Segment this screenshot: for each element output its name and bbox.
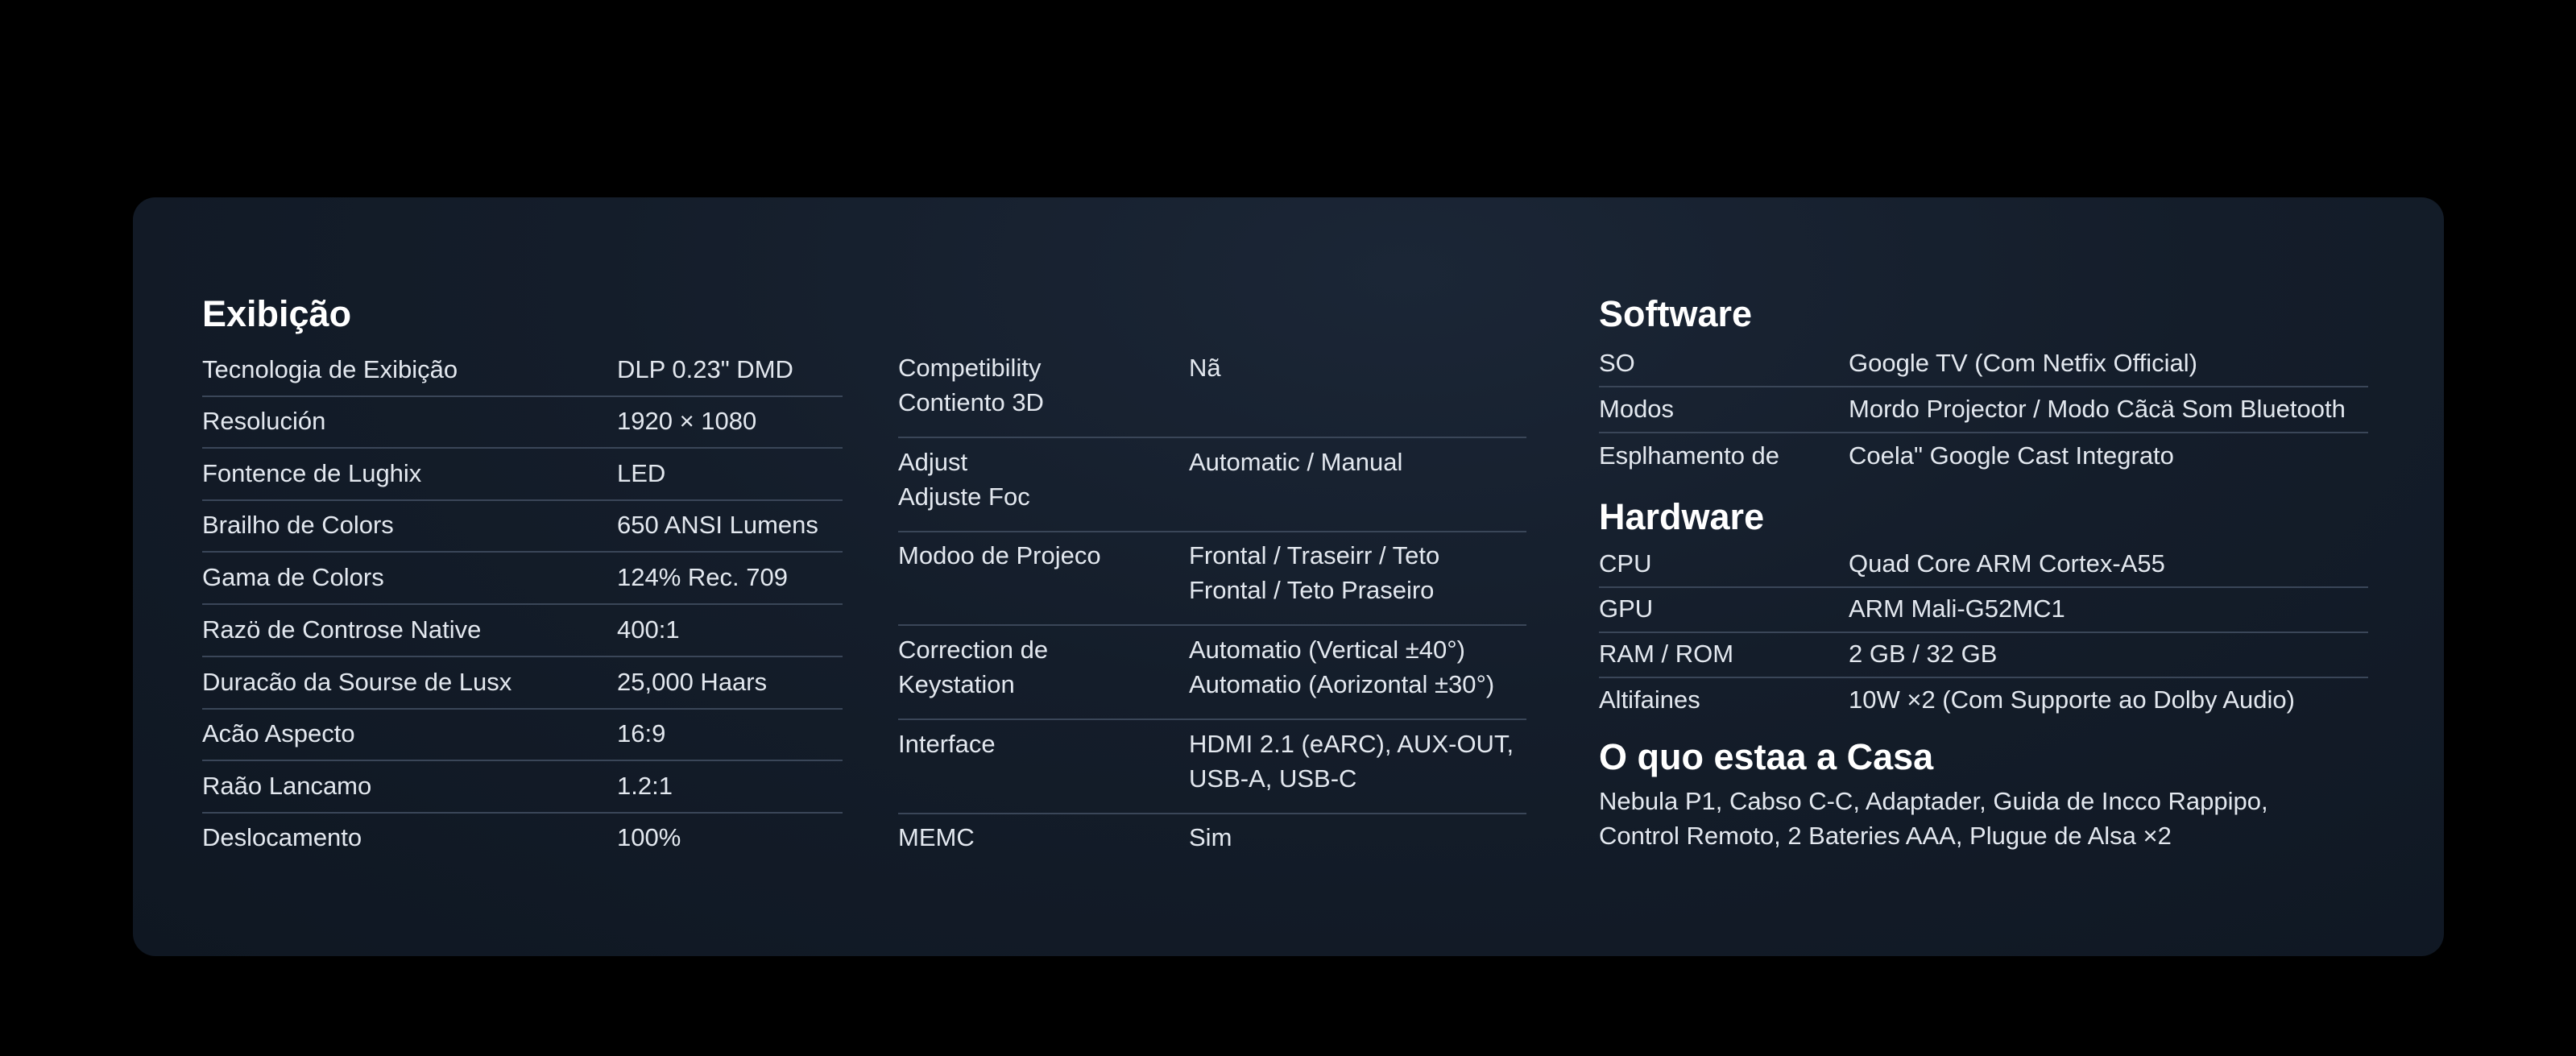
- spec-value: 16:9: [617, 719, 666, 747]
- spec-row: CPU Quad Core ARM Cortex-A55: [1599, 541, 2368, 588]
- spec-label: Gama de Colors: [202, 563, 384, 591]
- spec-label: Tecnologia de Exibição: [202, 355, 458, 383]
- spec-row: Adjust Adjuste Foc Automatic / Manual: [898, 438, 1526, 532]
- spec-value: Coela" Google Cast Integrato: [1849, 441, 2174, 470]
- spec-value: Google TV (Com Netfix Official): [1849, 349, 2197, 377]
- spec-label: Brailho de Colors: [202, 511, 394, 539]
- spec-value: 650 ANSI Lumens: [617, 511, 818, 539]
- spec-value: 1.2:1: [617, 772, 673, 800]
- spec-label: RAM / ROM: [1599, 640, 1734, 668]
- spec-row: Correction de Keystation Automatio (Vert…: [898, 626, 1526, 720]
- spec-row: MEMC Sim: [898, 814, 1526, 906]
- spec-row: Competibility Contiento 3D Nã: [898, 344, 1526, 438]
- spec-value: 25,000 Haars: [617, 668, 768, 696]
- spec-row: SO Google TV (Com Netfix Official): [1599, 341, 2368, 387]
- spec-row: Raão Lancamo 1.2:1: [202, 761, 843, 814]
- spec-row: Modoo de Projeco Frontal / Traseirr / Te…: [898, 532, 1526, 626]
- spec-label: Esplhamento de: [1599, 441, 1780, 470]
- spec-value: Automatic / Manual: [1189, 448, 1403, 476]
- spec-value: 2 GB / 32 GB: [1849, 640, 1998, 668]
- spec-label: Razö de Controse Native: [202, 615, 482, 644]
- in-the-box-section-title: O quo estaa a Casa: [1599, 736, 1934, 777]
- spec-value: 1920 × 1080: [617, 407, 757, 435]
- spec-row: Duracão da Sourse de Lusx 25,000 Haars: [202, 657, 843, 710]
- spec-label: Resolución: [202, 407, 326, 435]
- spec-label: Altifaines: [1599, 685, 1700, 714]
- spec-label: Competibility Contiento 3D: [898, 354, 1044, 416]
- software-section-title: Software: [1599, 293, 1753, 334]
- in-the-box-contents: Nebula P1, Cabso C-C, Adaptader, Guida d…: [1599, 787, 2268, 850]
- spec-value: 124% Rec. 709: [617, 563, 788, 591]
- spec-value: DLP 0.23" DMD: [617, 355, 793, 383]
- spec-value: Quad Core ARM Cortex-A55: [1849, 549, 2165, 578]
- spec-value: ARM Mali-G52MC1: [1849, 594, 2065, 623]
- spec-label: CPU: [1599, 549, 1652, 578]
- display-section-title: Exibição: [202, 293, 352, 334]
- spec-row: Esplhamento de Coela" Google Cast Integr…: [1599, 433, 2368, 478]
- spec-label: Modos: [1599, 395, 1675, 423]
- spec-value: Frontal / Traseirr / Teto Frontal / Teto…: [1189, 541, 1440, 604]
- spec-value: Sim: [1189, 823, 1232, 851]
- spec-value: Automatio (Vertical ±40°) Automatio (Aor…: [1189, 636, 1495, 698]
- spec-value: 100%: [617, 823, 681, 851]
- spec-row: Modos Mordo Projector / Modo Cãcä Som Bl…: [1599, 387, 2368, 433]
- spec-value: Mordo Projector / Modo Cãcä Som Bluetoot…: [1849, 395, 2346, 423]
- spec-row: Brailho de Colors 650 ANSI Lumens: [202, 500, 843, 553]
- hardware-section-title: Hardware: [1599, 496, 1765, 537]
- spec-label: Modoo de Projeco: [898, 541, 1101, 569]
- spec-value: 400:1: [617, 615, 680, 644]
- spec-label: Raão Lancamo: [202, 772, 372, 800]
- spec-label: Adjust Adjuste Foc: [898, 448, 1030, 511]
- spec-card: Exibição Tecnologia de Exibição DLP 0.23…: [133, 197, 2444, 956]
- spec-label: Interface: [898, 730, 996, 758]
- spec-label: Duracão da Sourse de Lusx: [202, 668, 512, 696]
- spec-value: 10W ×2 (Com Supporte ao Dolby Audio): [1849, 685, 2295, 714]
- spec-row: Resolución 1920 × 1080: [202, 396, 843, 449]
- spec-value: LED: [617, 459, 666, 487]
- spec-row: Altifaines 10W ×2 (Com Supporte ao Dolby…: [1599, 677, 2368, 723]
- spec-row: GPU ARM Mali-G52MC1: [1599, 586, 2368, 633]
- spec-label: Deslocamento: [202, 823, 362, 851]
- spec-label: MEMC: [898, 823, 975, 851]
- spec-value: HDMI 2.1 (eARC), AUX-OUT, USB-A, USB-C: [1189, 730, 1514, 793]
- spec-row: RAM / ROM 2 GB / 32 GB: [1599, 632, 2368, 678]
- spec-row: Deslocamento 100%: [202, 813, 843, 863]
- spec-row: Razö de Controse Native 400:1: [202, 605, 843, 657]
- spec-value: Nã: [1189, 354, 1221, 382]
- spec-label: SO: [1599, 349, 1635, 377]
- spec-label: Fontence de Lughix: [202, 459, 422, 487]
- spec-row: Interface HDMI 2.1 (eARC), AUX-OUT, USB-…: [898, 720, 1526, 814]
- spec-label: GPU: [1599, 594, 1654, 623]
- spec-row: Tecnologia de Exibição DLP 0.23" DMD: [202, 345, 843, 397]
- spec-row: Gama de Colors 124% Rec. 709: [202, 553, 843, 605]
- spec-label: Acão Aspecto: [202, 719, 355, 747]
- spec-label: Correction de Keystation: [898, 636, 1049, 698]
- spec-row: Fontence de Lughix LED: [202, 449, 843, 501]
- spec-row: Acão Aspecto 16:9: [202, 709, 843, 761]
